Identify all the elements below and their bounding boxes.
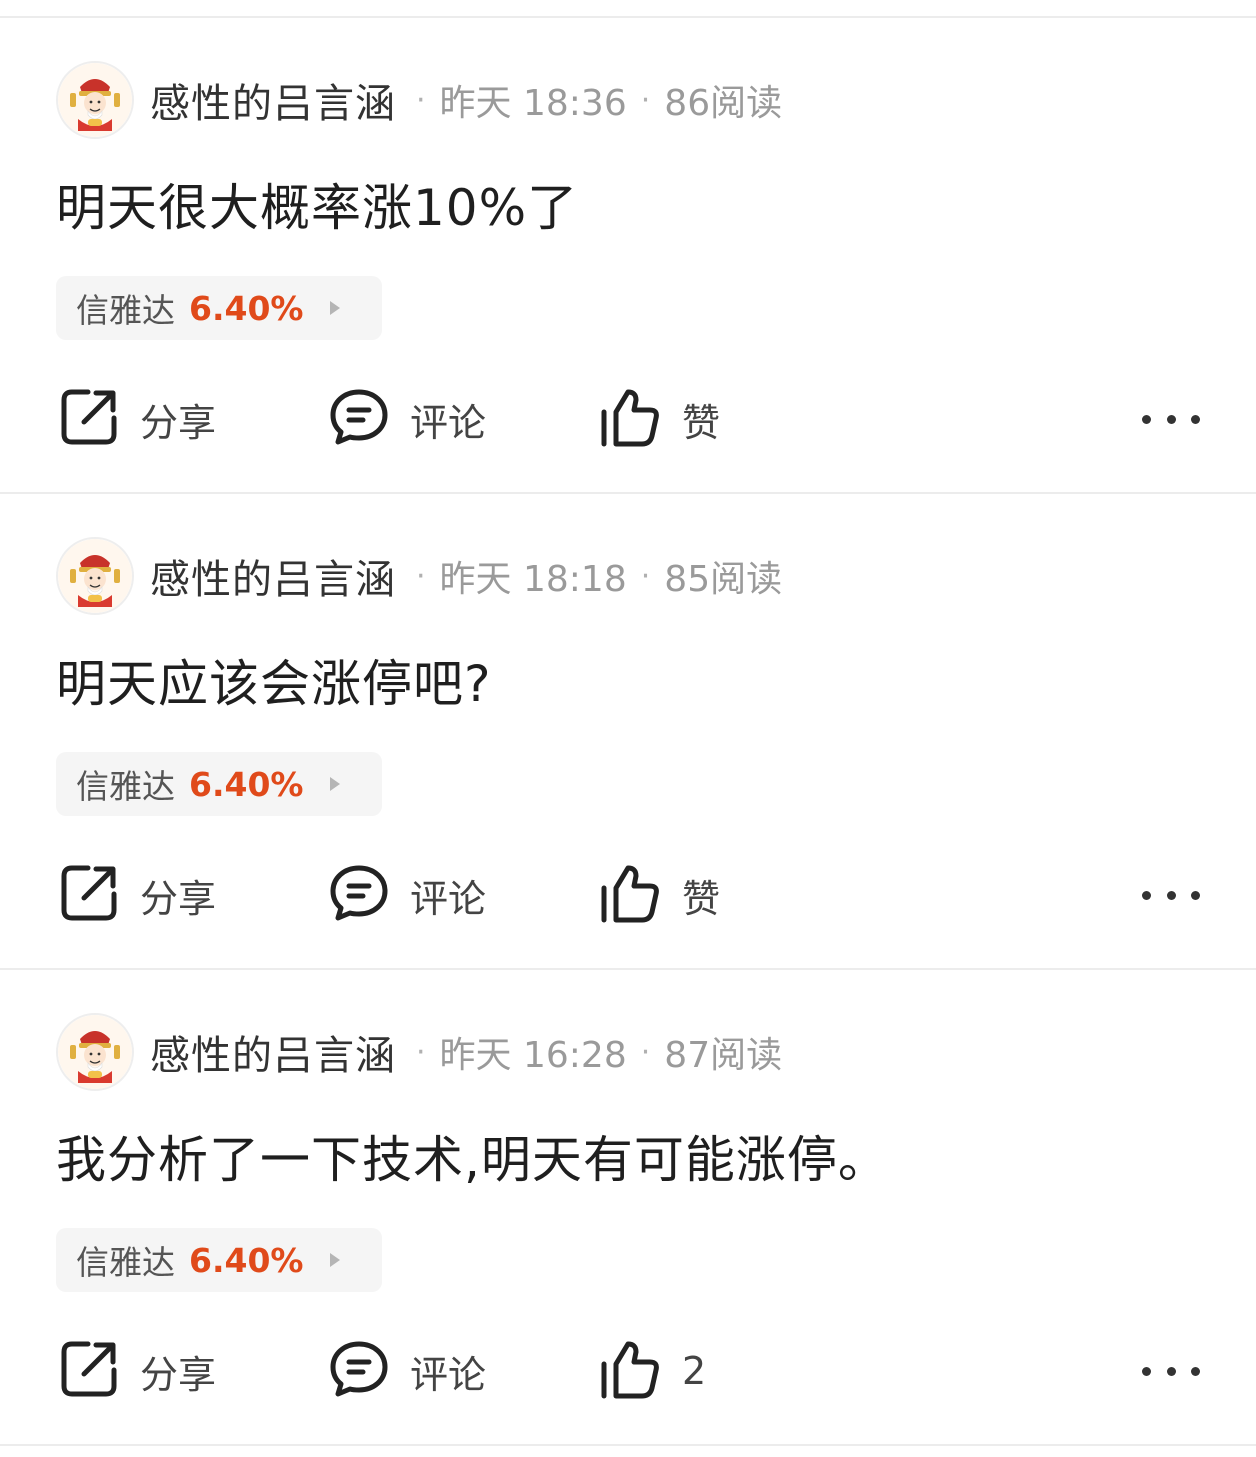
post-header: 感性的吕言涵 · 昨天 18:18 · 85阅读 xyxy=(56,536,782,616)
more-dots-icon[interactable] xyxy=(1138,1350,1204,1392)
meta-separator: · xyxy=(416,558,426,594)
like-button[interactable]: 赞 xyxy=(598,860,720,930)
share-label: 分享 xyxy=(140,876,217,921)
meta-separator: · xyxy=(640,1034,651,1070)
share-label: 分享 xyxy=(140,1352,217,1397)
comment-button[interactable]: 评论 xyxy=(328,384,486,454)
like-button[interactable]: 赞 xyxy=(598,384,720,454)
share-button[interactable]: 分享 xyxy=(58,860,216,930)
stock-tag[interactable]: 信雅达 6.40% xyxy=(56,1228,382,1292)
stock-name: 信雅达 xyxy=(76,767,175,806)
avatar[interactable] xyxy=(56,537,134,615)
share-label: 分享 xyxy=(140,400,217,445)
post-header: 感性的吕言涵 · 昨天 16:28 · 87阅读 xyxy=(56,1012,782,1092)
avatar[interactable] xyxy=(56,1013,134,1091)
author-name[interactable]: 感性的吕言涵 xyxy=(150,1023,396,1081)
comment-label: 评论 xyxy=(410,400,487,445)
dot xyxy=(1142,414,1151,424)
dot xyxy=(1166,414,1176,424)
post-card[interactable]: 感性的吕言涵 · 昨天 18:18 · 85阅读 明天应该会涨停吧? 信雅达 6… xyxy=(0,494,1256,968)
stock-change: 6.40% xyxy=(189,288,304,328)
like-label: 赞 xyxy=(682,400,721,445)
post-content[interactable]: 明天应该会涨停吧? xyxy=(56,644,492,716)
comment-button[interactable]: 评论 xyxy=(328,1336,486,1406)
comment-button[interactable]: 评论 xyxy=(328,860,486,930)
comment-icon xyxy=(328,1338,390,1404)
author-name[interactable]: 感性的吕言涵 xyxy=(150,547,396,605)
share-button[interactable]: 分享 xyxy=(58,1336,216,1406)
dot xyxy=(1191,414,1200,424)
dot xyxy=(1191,890,1200,900)
triangle-right-icon xyxy=(329,1253,340,1267)
like-count: 2 xyxy=(682,1349,707,1393)
dot xyxy=(1142,1366,1151,1376)
avatar[interactable] xyxy=(56,61,134,139)
triangle-right-icon xyxy=(329,777,340,791)
share-button[interactable]: 分享 xyxy=(58,384,216,454)
author-name[interactable]: 感性的吕言涵 xyxy=(150,71,396,129)
meta-separator: · xyxy=(640,82,651,118)
read-count: 87阅读 xyxy=(664,1035,783,1076)
like-button[interactable]: 2 xyxy=(598,1336,706,1406)
stock-change: 6.40% xyxy=(189,764,304,804)
dot xyxy=(1142,890,1151,900)
share-icon xyxy=(58,1338,120,1404)
read-count: 86阅读 xyxy=(664,83,783,124)
read-count: 85阅读 xyxy=(664,559,783,600)
more-dots-icon[interactable] xyxy=(1138,398,1204,440)
post-content[interactable]: 明天很大概率涨10%了 xyxy=(56,168,578,240)
post-meta: · 昨天 16:28 · 87阅读 xyxy=(402,1026,782,1078)
stock-change: 6.40% xyxy=(189,1240,304,1280)
triangle-right-icon xyxy=(329,301,340,315)
stock-tag[interactable]: 信雅达 6.40% xyxy=(56,752,382,816)
comment-icon xyxy=(328,386,390,452)
post-feed: 感性的吕言涵 · 昨天 18:36 · 86阅读 明天很大概率涨10%了 信雅达… xyxy=(0,0,1256,1457)
meta-separator: · xyxy=(416,82,426,118)
stock-name: 信雅达 xyxy=(76,291,175,330)
post-meta: · 昨天 18:18 · 85阅读 xyxy=(402,550,782,602)
dot xyxy=(1166,890,1176,900)
post-time: 昨天 18:18 xyxy=(439,559,627,600)
post-content[interactable]: 我分析了一下技术,明天有可能涨停。 xyxy=(56,1120,889,1192)
thumbs-up-icon xyxy=(598,386,662,452)
stock-tag[interactable]: 信雅达 6.40% xyxy=(56,276,382,340)
meta-separator: · xyxy=(416,1034,426,1070)
post-header: 感性的吕言涵 · 昨天 18:36 · 86阅读 xyxy=(56,60,782,140)
like-label: 赞 xyxy=(682,876,721,921)
thumbs-up-icon xyxy=(598,862,662,928)
more-dots-icon[interactable] xyxy=(1138,874,1204,916)
meta-separator: · xyxy=(640,558,651,594)
action-bar: 分享 评论 赞 xyxy=(0,384,1256,454)
share-icon xyxy=(58,862,120,928)
post-time: 昨天 16:28 xyxy=(439,1035,627,1076)
post-card[interactable]: 感性的吕言涵 · 昨天 18:36 · 86阅读 明天很大概率涨10%了 信雅达… xyxy=(0,18,1256,492)
dot xyxy=(1191,1366,1200,1376)
comment-label: 评论 xyxy=(410,876,487,921)
divider xyxy=(0,1444,1256,1446)
dot xyxy=(1166,1366,1176,1376)
comment-icon xyxy=(328,862,390,928)
post-time: 昨天 18:36 xyxy=(439,83,627,124)
stock-name: 信雅达 xyxy=(76,1243,175,1282)
post-meta: · 昨天 18:36 · 86阅读 xyxy=(402,74,782,126)
thumbs-up-icon xyxy=(598,1338,662,1404)
share-icon xyxy=(58,386,120,452)
comment-label: 评论 xyxy=(410,1352,487,1397)
action-bar: 分享 评论 赞 xyxy=(0,860,1256,930)
post-card[interactable]: 感性的吕言涵 · 昨天 16:28 · 87阅读 我分析了一下技术,明天有可能涨… xyxy=(0,970,1256,1444)
action-bar: 分享 评论 2 xyxy=(0,1336,1256,1406)
